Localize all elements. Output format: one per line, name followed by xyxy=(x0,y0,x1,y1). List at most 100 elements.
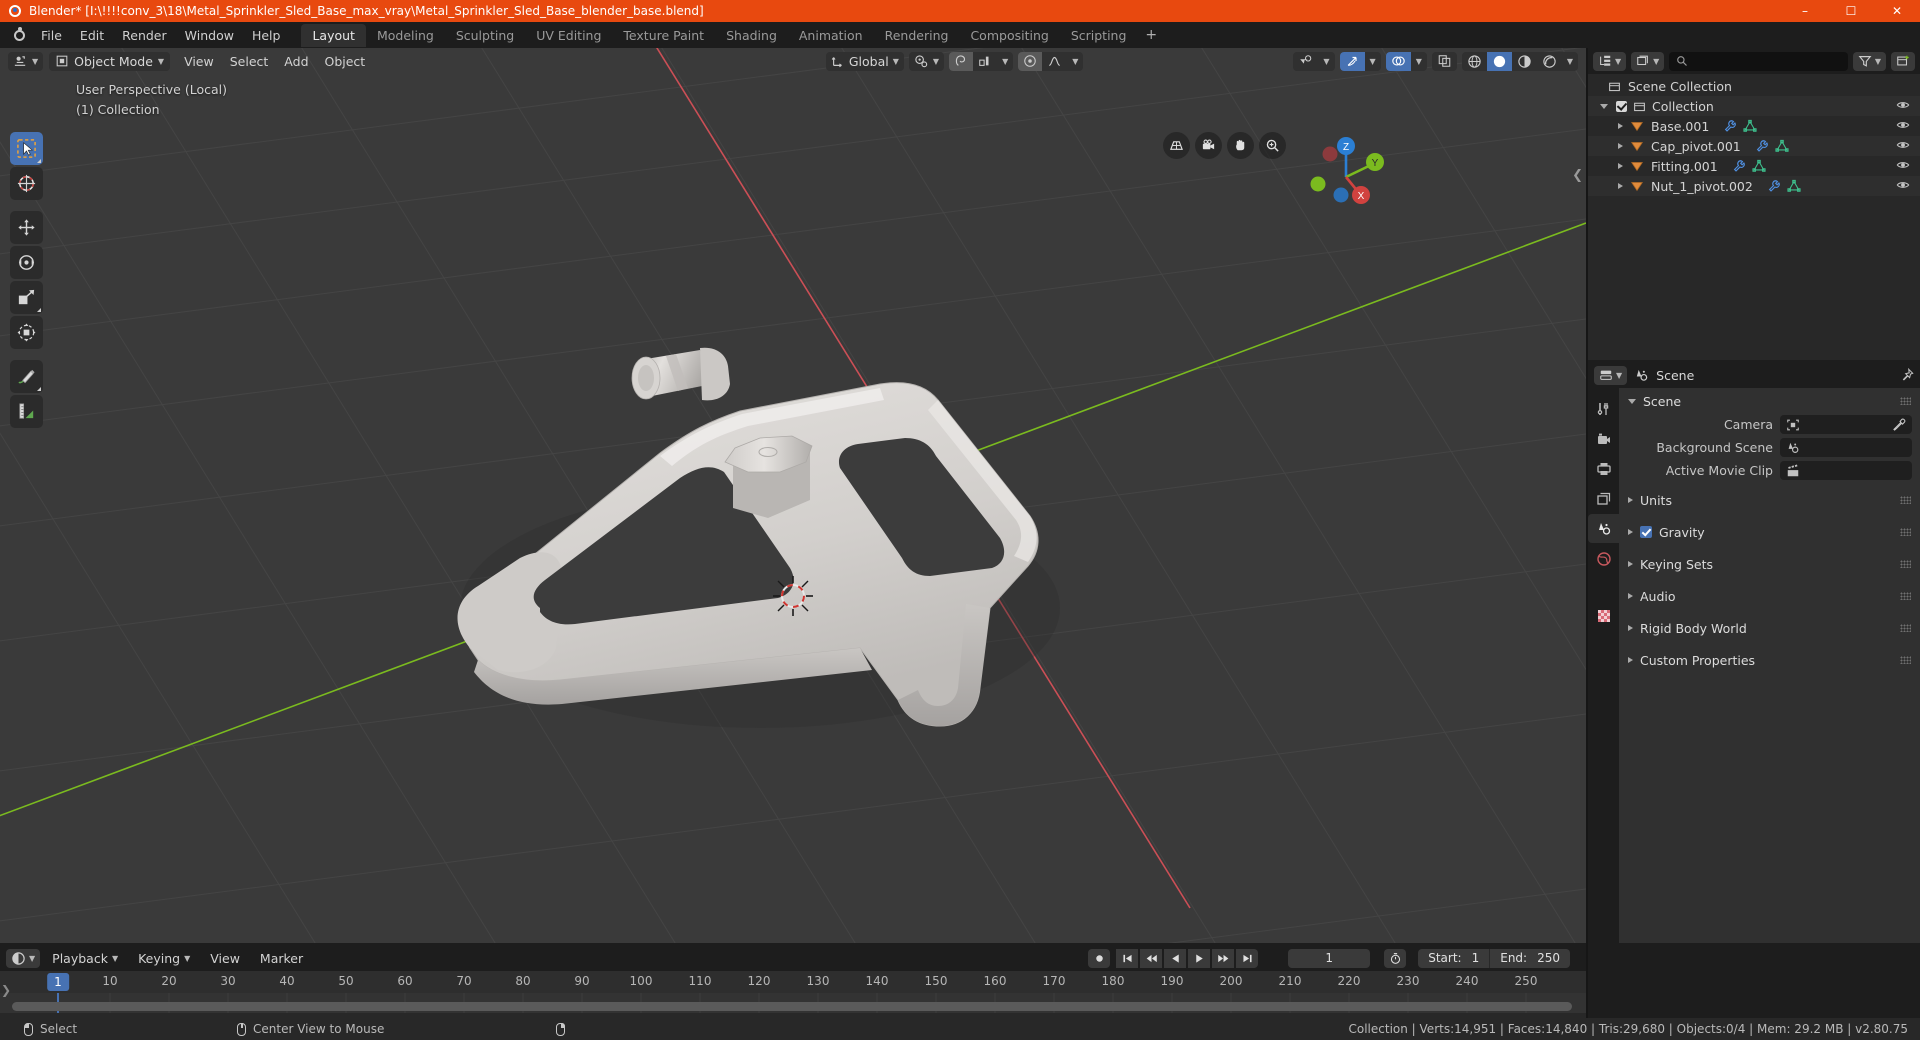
panel-custom-properties[interactable]: Custom Properties xyxy=(1619,649,1920,671)
proportional-editing-icon[interactable] xyxy=(1018,51,1043,71)
chevron-right-icon[interactable] xyxy=(1628,497,1633,503)
proportional-editing-group[interactable]: ▼ xyxy=(1018,51,1084,71)
hide-in-viewport-icon[interactable] xyxy=(1896,178,1910,195)
timeline-ruler[interactable]: 10 20 30 40 50 60 70 80 90 100 110 120 1… xyxy=(0,971,1586,993)
viewport-axis-gizmo[interactable]: Z Y X xyxy=(1301,132,1391,222)
chevron-right-icon[interactable] xyxy=(1628,625,1633,631)
record-keyframes-button[interactable] xyxy=(1088,948,1111,968)
overlays-dropdown-icon[interactable]: ▼ xyxy=(1411,52,1427,71)
falloff-curve-icon[interactable] xyxy=(1042,52,1067,71)
outliner-row-nut-1-pivot[interactable]: Nut_1_pivot.002 xyxy=(1588,176,1920,196)
shading-wireframe-icon[interactable] xyxy=(1462,52,1487,71)
tab-scene[interactable] xyxy=(1588,514,1619,543)
measure-tool[interactable] xyxy=(10,395,43,428)
chevron-right-icon[interactable] xyxy=(1628,529,1633,535)
outliner-display-mode[interactable]: ▼ xyxy=(1631,51,1665,71)
chevron-right-icon[interactable] xyxy=(1618,163,1623,169)
start-frame-field[interactable]: Start: 1 xyxy=(1418,948,1491,968)
cursor-tool[interactable] xyxy=(10,167,43,200)
tab-shading[interactable]: Shading xyxy=(715,24,788,47)
pin-icon[interactable] xyxy=(1900,368,1914,382)
camera-field[interactable] xyxy=(1780,415,1912,434)
eyedropper-icon[interactable] xyxy=(1892,418,1906,432)
menu-render[interactable]: Render xyxy=(113,25,176,46)
chevron-right-icon[interactable] xyxy=(1628,593,1633,599)
move-view-hand-icon[interactable] xyxy=(1227,132,1254,159)
timeline-track[interactable] xyxy=(0,993,1586,1013)
chevron-down-icon[interactable] xyxy=(1628,398,1636,404)
panel-rigid-body-world[interactable]: Rigid Body World xyxy=(1619,617,1920,639)
maximize-button[interactable]: ☐ xyxy=(1828,0,1874,22)
current-frame-field[interactable]: 1 xyxy=(1288,948,1371,968)
outliner-filter-icon[interactable]: ▼ xyxy=(1852,51,1886,71)
active-movie-clip-field[interactable] xyxy=(1780,461,1912,480)
panel-keying-sets[interactable]: Keying Sets xyxy=(1619,553,1920,575)
chevron-right-icon[interactable] xyxy=(1618,183,1623,189)
modifier-icon[interactable] xyxy=(1723,119,1737,133)
hide-in-viewport-icon[interactable] xyxy=(1896,118,1910,135)
menu-file[interactable]: File xyxy=(32,25,71,46)
editor-type-selector-properties[interactable]: ▼ xyxy=(1594,365,1628,385)
frame-range-group[interactable]: Start: 1 End: 250 xyxy=(1418,948,1570,968)
zoom-view-icon[interactable] xyxy=(1259,132,1286,159)
timeline-editor[interactable]: ▼ Playback ▼ Keying ▼ View Marker 1 Star… xyxy=(0,945,1586,1018)
tab-modeling[interactable]: Modeling xyxy=(366,24,445,47)
chevron-right-icon[interactable] xyxy=(1618,143,1623,149)
viewport-menu-add[interactable]: Add xyxy=(276,51,316,72)
mesh-icon[interactable] xyxy=(1787,179,1801,193)
outliner-row-base[interactable]: Base.001 xyxy=(1588,116,1920,136)
timeline-menu-playback[interactable]: Playback ▼ xyxy=(44,948,126,969)
shading-dropdown-icon[interactable]: ▼ xyxy=(1562,52,1578,71)
minimize-button[interactable]: – xyxy=(1782,0,1828,22)
tab-world[interactable] xyxy=(1588,544,1619,573)
properties-editor[interactable]: ▼ Scene Scene Camera Background Scene Ac… xyxy=(1588,362,1920,943)
tab-uv-editing[interactable]: UV Editing xyxy=(525,24,612,47)
shading-mode-group[interactable]: ▼ xyxy=(1461,51,1578,71)
jump-to-start-button[interactable] xyxy=(1116,948,1139,968)
move-tool[interactable] xyxy=(10,211,43,244)
gravity-checkbox[interactable] xyxy=(1640,526,1652,538)
transform-orientation-selector[interactable]: Global ▼ xyxy=(825,51,904,71)
snap-dropdown-icon[interactable]: ▼ xyxy=(997,52,1013,71)
xray-toggle[interactable] xyxy=(1431,51,1457,71)
tab-render[interactable] xyxy=(1588,424,1619,453)
jump-to-next-keyframe-button[interactable] xyxy=(1212,948,1235,968)
tab-sculpting[interactable]: Sculpting xyxy=(445,24,525,47)
shading-rendered-icon[interactable] xyxy=(1537,52,1562,71)
new-collection-button[interactable] xyxy=(1891,51,1915,71)
outliner-row-fitting[interactable]: Fitting.001 xyxy=(1588,156,1920,176)
interaction-mode-selector[interactable]: Object Mode ▼ xyxy=(49,51,171,71)
mesh-icon[interactable] xyxy=(1743,119,1757,133)
viewport-menu-object[interactable]: Object xyxy=(317,51,374,72)
timeline-sidebar-toggle[interactable]: ❯ xyxy=(1,983,11,997)
visibility-dropdown-icon[interactable]: ▼ xyxy=(1318,52,1334,71)
jump-to-end-button[interactable] xyxy=(1236,948,1259,968)
editor-type-selector-outliner[interactable]: ▼ xyxy=(1593,51,1627,71)
menu-help[interactable]: Help xyxy=(243,25,290,46)
scale-tool[interactable] xyxy=(10,281,43,314)
camera-view-icon[interactable] xyxy=(1195,132,1222,159)
tab-texture[interactable] xyxy=(1588,601,1619,630)
close-button[interactable]: ✕ xyxy=(1874,0,1920,22)
chevron-right-icon[interactable] xyxy=(1628,561,1633,567)
tweak-select-box-tool[interactable] xyxy=(10,132,43,165)
snap-target-icon[interactable] xyxy=(973,52,997,71)
use-preview-range-icon[interactable] xyxy=(1384,948,1407,968)
annotate-tool[interactable] xyxy=(10,360,43,393)
timeline-horizontal-scrollbar[interactable] xyxy=(12,1002,1572,1011)
hide-in-viewport-icon[interactable] xyxy=(1896,138,1910,155)
menu-edit[interactable]: Edit xyxy=(71,25,113,46)
timeline-menu-marker[interactable]: Marker xyxy=(252,948,311,969)
add-workspace-button[interactable]: + xyxy=(1137,25,1165,45)
outliner-tree[interactable]: Scene Collection Collection Base.001 Cap… xyxy=(1588,74,1920,196)
timeline-menu-keying[interactable]: Keying ▼ xyxy=(130,948,198,969)
editor-type-selector-viewport[interactable]: ▼ xyxy=(8,51,44,71)
outliner-search-input[interactable] xyxy=(1669,51,1848,71)
play-button[interactable] xyxy=(1188,948,1211,968)
chevron-right-icon[interactable] xyxy=(1618,123,1623,129)
shading-material-preview-icon[interactable] xyxy=(1512,52,1537,71)
tab-view-layer[interactable] xyxy=(1588,484,1619,513)
falloff-dropdown-icon[interactable]: ▼ xyxy=(1067,52,1083,71)
pivot-point-selector[interactable]: ▼ xyxy=(908,51,945,71)
rotate-tool[interactable] xyxy=(10,246,43,279)
